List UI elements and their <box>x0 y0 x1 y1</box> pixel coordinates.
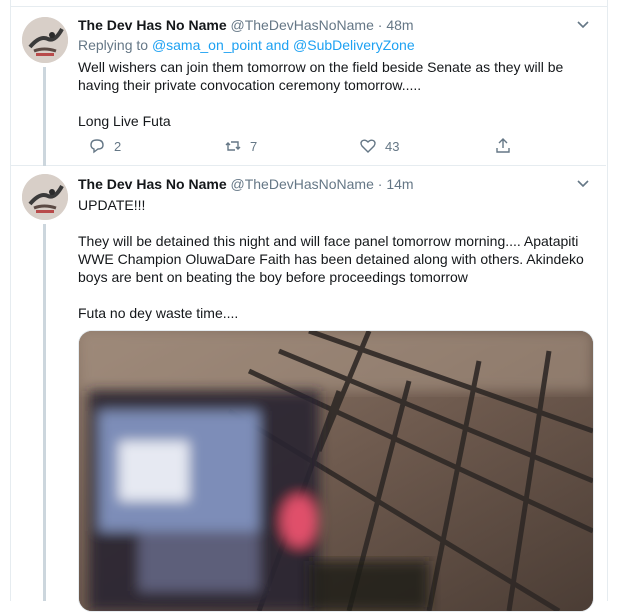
tweet-time[interactable]: 14m <box>386 176 413 192</box>
reply-icon <box>90 139 104 154</box>
thread-line <box>43 67 46 166</box>
replying-to: Replying to @sama_on_point and @SubDeliv… <box>78 37 415 53</box>
retweet-button[interactable]: 7 <box>224 137 257 155</box>
text-line: Long Live Futa <box>78 113 171 129</box>
chevron-down-icon[interactable] <box>576 176 590 190</box>
tweet-header: The Dev Has No Name @TheDevHasNoName · 1… <box>78 176 594 196</box>
retweet-icon <box>225 141 241 151</box>
like-button[interactable]: 43 <box>359 137 399 155</box>
avatar-image <box>22 174 68 220</box>
avatar-image <box>22 17 68 63</box>
share-icon <box>496 138 510 153</box>
tweet[interactable]: The Dev Has No Name @TheDevHasNoName · 1… <box>10 166 606 612</box>
text-line: They will be detained this night and wil… <box>78 233 579 249</box>
retweet-count: 7 <box>250 138 258 154</box>
tweet-text: UPDATE!!! They will be detained this nig… <box>78 196 586 322</box>
mention-link[interactable]: @sama_on_point <box>152 37 262 53</box>
tweet-header: The Dev Has No Name @TheDevHasNoName · 4… <box>78 17 594 37</box>
text-line: boys are bent on beating the boy before … <box>78 269 468 285</box>
separator-dot: · <box>377 176 383 192</box>
replying-prefix: Replying to <box>78 37 149 53</box>
text-line: UPDATE!!! <box>78 197 146 213</box>
tweet[interactable]: The Dev Has No Name @TheDevHasNoName · 4… <box>10 7 606 166</box>
author-handle[interactable]: @TheDevHasNoName <box>231 17 374 33</box>
text-line: WWE Champion OluwaDare Faith has been de… <box>78 251 584 267</box>
tweet-text: Well wishers can join them tomorrow on t… <box>78 58 586 130</box>
tweet-actions: 2 7 43 <box>78 137 538 159</box>
share-button[interactable] <box>494 137 520 155</box>
tweet-time[interactable]: 48m <box>386 17 413 33</box>
thread-line <box>43 224 46 601</box>
avatar[interactable] <box>22 17 68 63</box>
text-line: Well wishers can join them tomorrow on t… <box>78 59 564 75</box>
reply-count: 2 <box>114 138 122 154</box>
media-photo <box>79 331 593 611</box>
author-handle[interactable]: @TheDevHasNoName <box>231 176 374 192</box>
text-line: Futa no dey waste time.... <box>78 305 239 321</box>
avatar[interactable] <box>22 174 68 220</box>
reply-button[interactable]: 2 <box>88 137 121 155</box>
author-name[interactable]: The Dev Has No Name <box>78 176 227 192</box>
separator-dot: · <box>377 17 383 33</box>
mention-link[interactable]: @SubDeliveryZone <box>293 37 415 53</box>
chevron-down-icon[interactable] <box>576 17 590 31</box>
heart-icon <box>360 139 376 153</box>
author-name[interactable]: The Dev Has No Name <box>78 17 227 33</box>
text-line: having their private convocation ceremon… <box>78 77 422 93</box>
replying-and: and <box>265 37 290 53</box>
tweet-media-image[interactable] <box>78 330 594 612</box>
like-count: 43 <box>385 138 400 154</box>
